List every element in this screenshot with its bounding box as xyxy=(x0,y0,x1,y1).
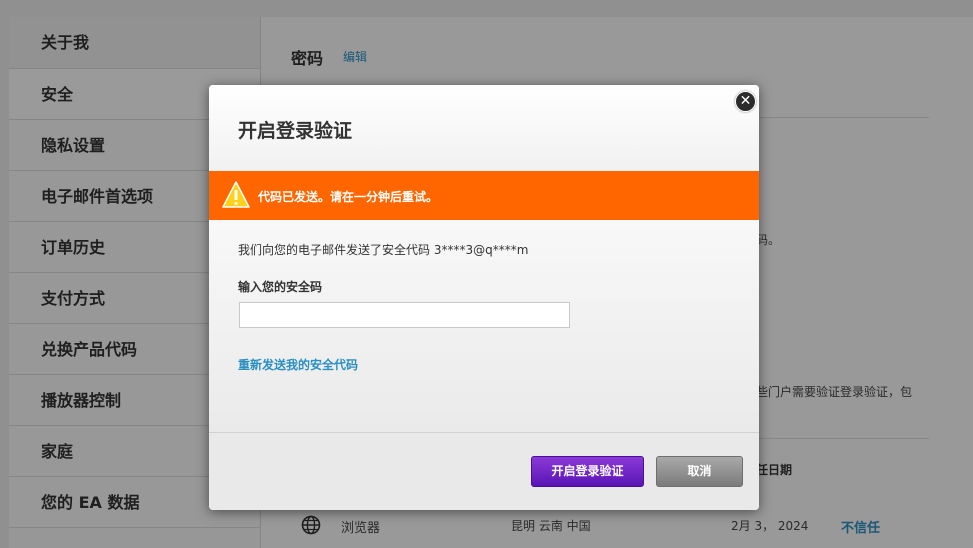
code-sent-text: 我们向您的电子邮件发送了安全代码 3****3@q****m xyxy=(238,243,529,257)
dialog-title: 开启登录验证 xyxy=(238,120,353,142)
cancel-button[interactable]: 取消 xyxy=(656,456,743,487)
resend-code-link[interactable]: 重新发送我的安全代码 xyxy=(238,356,358,373)
warning-icon xyxy=(222,181,250,208)
alert-message: 代码已发送。请在一分钟后重试。 xyxy=(258,190,439,204)
close-icon[interactable]: ✕ xyxy=(735,91,756,112)
dialog-body: 我们向您的电子邮件发送了安全代码 3****3@q****m 输入您的安全码 重… xyxy=(209,220,759,432)
security-code-input[interactable] xyxy=(239,302,570,328)
security-code-label: 输入您的安全码 xyxy=(238,280,323,294)
login-verification-dialog: 开启登录验证 ✕ 代码已发送。请在一分钟后重试。 我们向您的电子邮件发送了安全代… xyxy=(209,85,759,510)
dialog-header: 开启登录验证 ✕ xyxy=(209,85,759,171)
dialog-footer: 开启登录验证 取消 xyxy=(209,432,759,510)
enable-verification-button[interactable]: 开启登录验证 xyxy=(531,456,644,487)
alert-banner: 代码已发送。请在一分钟后重试。 xyxy=(209,171,759,220)
